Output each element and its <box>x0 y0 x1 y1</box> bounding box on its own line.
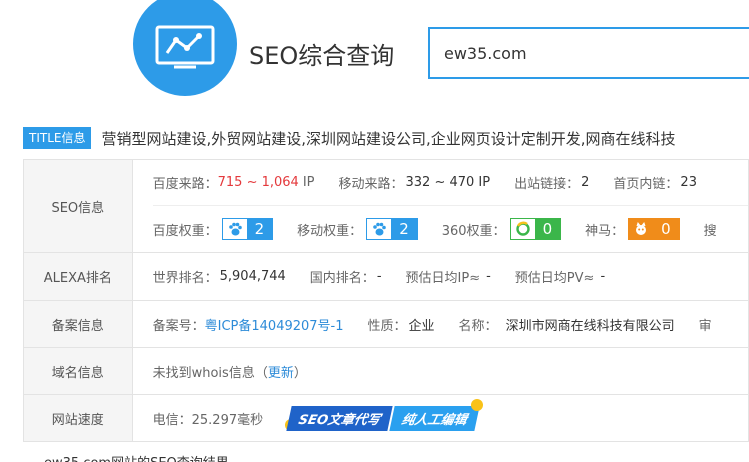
outbound-links: 出站链接： 2 <box>514 175 590 192</box>
baidu-paw-icon <box>223 219 247 239</box>
icp-label: 备案信息 <box>23 300 133 348</box>
ad-dot <box>471 399 484 411</box>
domain-label: 域名信息 <box>23 347 133 395</box>
homepage-inner-links: 首页内链： 23 <box>613 175 697 192</box>
title-info-row: TITLE信息 营销型网站建设,外贸网站建设,深圳网站建设公司,企业网页设计定制… <box>23 126 676 150</box>
title-tag: TITLE信息 <box>23 127 92 149</box>
title-text: 营销型网站建设,外贸网站建设,深圳网站建设公司,企业网页设计定制开发,网商在线科… <box>101 129 676 148</box>
mobile-weight-badge[interactable]: 2 <box>366 218 418 240</box>
world-rank-value: 5,904,744 <box>219 269 286 284</box>
alexa-row: ALEXA排名 世界排名： 5,904,744 国内排名： - 预估日均IP≈ - 预… <box>23 252 749 301</box>
mobile-weight: 移动权重： 2 <box>297 218 418 240</box>
domain-row: 域名信息 未找到whois信息 （ 更新 ） <box>23 347 749 395</box>
baidu-paw-icon <box>367 219 391 239</box>
alexa-label: ALEXA排名 <box>23 252 133 301</box>
chart-monitor-icon <box>155 25 215 69</box>
shenma-weight: 神马： 0 <box>585 218 680 240</box>
ad-right-label: 纯人工编辑 <box>389 405 481 431</box>
ring-360-icon <box>511 219 535 239</box>
site-logo[interactable] <box>133 0 237 96</box>
seo-row: SEO信息 百度来路： 715 ~ 1,064 IP 移动来路： 332 ~ 4… <box>23 159 749 253</box>
alexa-content: 世界排名： 5,904,744 国内排名： - 预估日均IP≈ - 预估日均PV≈ - <box>131 252 749 301</box>
shenma-weight-badge[interactable]: 0 <box>628 218 680 240</box>
speed-row: 网站速度 电信： 25.297毫秒 SEO文章代写 纯人工编辑 <box>23 394 749 442</box>
results-caption: ew35.com网站的SEO查询结果 <box>44 452 229 462</box>
icp-row: 备案信息 备案号： 粤ICP备14049207号-1 性质： 企业 名称： 深圳市网商… <box>23 300 749 348</box>
domain-content: 未找到whois信息 （ 更新 ） <box>131 347 749 395</box>
shenma-horse-icon <box>629 219 654 239</box>
icp-number-link[interactable]: 粤ICP备14049207号-1 <box>205 315 344 334</box>
seo-info-table: SEO信息 百度来路： 715 ~ 1,064 IP 移动来路： 332 ~ 4… <box>23 159 749 442</box>
telecom-speed-value: 25.297毫秒 <box>191 412 264 428</box>
weight-360-badge[interactable]: 0 <box>509 218 562 240</box>
ad-banner[interactable]: SEO文章代写 纯人工编辑 <box>285 399 484 431</box>
speed-content: 电信： 25.297毫秒 SEO文章代写 纯人工编辑 <box>131 394 749 442</box>
search-input[interactable] <box>430 29 730 77</box>
baidu-weight-badge[interactable]: 2 <box>221 218 274 240</box>
mobile-source-link[interactable]: 332 ~ 470 IP <box>406 175 491 190</box>
inner-links-link[interactable]: 23 <box>680 175 697 190</box>
icp-content: 备案号： 粤ICP备14049207号-1 性质： 企业 名称： 深圳市网商在线科技有… <box>131 300 749 348</box>
sogou-weight: 搜 <box>703 223 717 239</box>
baidu-source-link[interactable]: 715 ~ 1,064 <box>218 175 299 190</box>
weight-360: 360权重： 0 <box>442 218 562 240</box>
speed-label: 网站速度 <box>23 394 133 442</box>
baidu-weight: 百度权重： 2 <box>153 218 274 240</box>
seo-label: SEO信息 <box>23 159 133 253</box>
seo-content: 百度来路： 715 ~ 1,064 IP 移动来路： 332 ~ 470 IP … <box>131 159 749 253</box>
search-box[interactable] <box>428 27 749 79</box>
whois-update-link[interactable]: 更新 <box>268 362 294 381</box>
page-title: SEO综合查询 <box>249 42 395 70</box>
ad-left-label: SEO文章代写 <box>286 405 394 431</box>
outbound-links-link[interactable]: 2 <box>581 175 589 190</box>
baidu-source: 百度来路： 715 ~ 1,064 IP <box>152 175 315 192</box>
mobile-source: 移动来路： 332 ~ 470 IP <box>338 175 491 192</box>
